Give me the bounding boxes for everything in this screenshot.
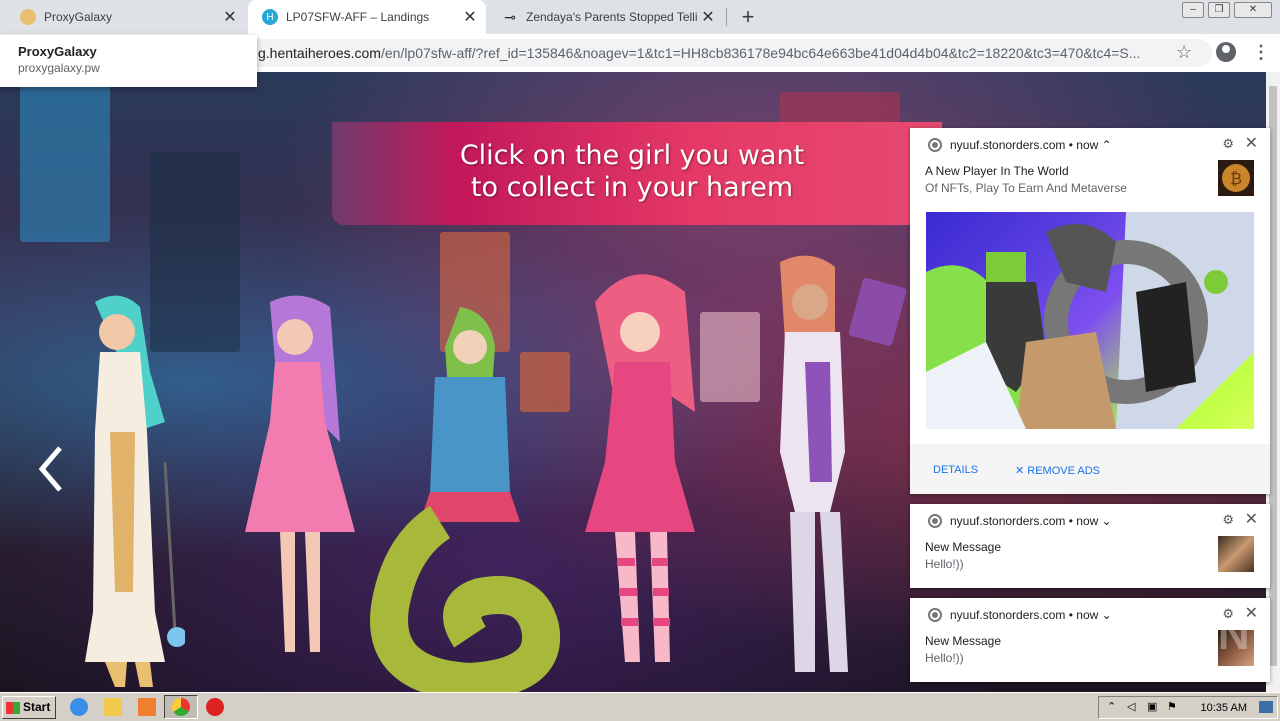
- notification-message[interactable]: nyuuf.stonorders.com • now ⌄ ⚙ ✕ New Mes…: [910, 504, 1270, 588]
- gear-icon[interactable]: ⚙: [1222, 512, 1234, 528]
- windows-flag-icon: [6, 701, 20, 714]
- notification-title: New Message: [925, 634, 1002, 648]
- internet-explorer-icon[interactable]: [70, 698, 88, 716]
- menu-dots-icon[interactable]: ⋮: [1252, 41, 1270, 63]
- background-sign: [700, 312, 760, 402]
- separator-dot: •: [1065, 514, 1077, 528]
- separator-dot: •: [1065, 138, 1077, 152]
- tab-title: Zendaya's Parents Stopped Telling H: [526, 10, 698, 24]
- proxygalaxy-icon: [20, 9, 36, 25]
- tab-separator: [726, 8, 727, 26]
- avatar: [1218, 536, 1254, 572]
- banner-line-1: Click on the girl you want: [459, 140, 805, 171]
- watermark: ANY RUN: [1038, 610, 1252, 659]
- notification-time: now: [1076, 138, 1099, 152]
- gear-icon[interactable]: ⚙: [1222, 136, 1234, 152]
- window-controls: – ❐ ✕: [1182, 2, 1272, 18]
- details-button[interactable]: DETAILS: [933, 464, 978, 476]
- clock: 10:35 AM: [1200, 702, 1247, 714]
- account-icon[interactable]: [1216, 42, 1236, 62]
- instruction-banner: Click on the girl you want to collect in…: [332, 122, 942, 225]
- maximize-button[interactable]: ❐: [1208, 2, 1230, 18]
- url-domain: g.hentaiheroes.com: [258, 45, 381, 61]
- hovercard-title: ProxyGalaxy: [18, 44, 97, 59]
- start-button[interactable]: Start: [2, 696, 56, 719]
- media-player-icon[interactable]: [138, 698, 156, 716]
- chevron-down-icon[interactable]: ⌄: [1098, 514, 1112, 528]
- key-icon: ⊸: [504, 8, 516, 25]
- chrome-icon: [928, 138, 942, 152]
- tab-title: ProxyGalaxy: [44, 10, 113, 24]
- url-path: /en/lp07sfw-aff/?ref_id=135846&noagev=1&…: [380, 45, 1141, 61]
- address-bar[interactable]: g.hentaiheroes.com/en/lp07sfw-aff/?ref_i…: [232, 39, 1212, 67]
- scrollbar-thumb[interactable]: [1269, 86, 1277, 666]
- show-desktop-icon[interactable]: [1259, 701, 1273, 713]
- folder-icon[interactable]: [104, 698, 122, 716]
- volume-icon[interactable]: ◁: [1127, 700, 1135, 713]
- opera-icon[interactable]: [206, 698, 224, 716]
- notification-time: now: [1076, 514, 1099, 528]
- close-icon[interactable]: ✕: [1245, 509, 1258, 529]
- close-window-button[interactable]: ✕: [1234, 2, 1272, 18]
- close-tab-icon[interactable]: ✕: [220, 7, 240, 27]
- network-icon[interactable]: ▣: [1147, 700, 1157, 713]
- notification-ad[interactable]: nyuuf.stonorders.com • now ⌃ ⚙ ✕ A New P…: [910, 128, 1270, 494]
- notification-body: Of NFTs, Play To Earn And Metaverse: [925, 181, 1127, 195]
- background-sign: [20, 82, 110, 242]
- tab-proxygalaxy[interactable]: ProxyGalaxy ✕: [6, 0, 246, 34]
- character-striped[interactable]: [575, 262, 705, 692]
- tab-strip: ProxyGalaxy ✕ H LP07SFW-AFF – Landings ✕…: [0, 0, 1280, 34]
- notification-body: Hello!)): [925, 557, 964, 571]
- notification-body: Hello!)): [925, 651, 964, 665]
- close-tab-icon[interactable]: ✕: [698, 7, 718, 27]
- tab-landings[interactable]: H LP07SFW-AFF – Landings ✕: [248, 0, 486, 34]
- chrome-taskbar-button[interactable]: [164, 695, 198, 719]
- hentaiheroes-icon: H: [262, 9, 278, 25]
- notification-source: nyuuf.stonorders.com: [950, 138, 1066, 152]
- tab-hovercard: ProxyGalaxy proxygalaxy.pw: [0, 35, 257, 87]
- banner-text: Click on the girl you want to collect in…: [452, 140, 812, 204]
- flag-icon[interactable]: ⚑: [1167, 700, 1177, 713]
- svg-text:₿: ₿: [1230, 169, 1242, 188]
- hovercard-url: proxygalaxy.pw: [18, 61, 100, 75]
- notification-title: New Message: [925, 540, 1002, 554]
- character-pink-dress[interactable]: [240, 292, 360, 692]
- remove-ads-button[interactable]: ✕ REMOVE ADS: [1015, 464, 1100, 477]
- chrome-icon: [928, 608, 942, 622]
- tab-zendaya[interactable]: ⊸ Zendaya's Parents Stopped Telling H ✕: [488, 0, 724, 34]
- chrome-icon: [172, 698, 190, 716]
- minimize-button[interactable]: –: [1182, 2, 1204, 18]
- ad-image[interactable]: [926, 212, 1254, 429]
- banner-line-2: to collect in your harem: [470, 172, 794, 203]
- taskbar: Start ⌃ ◁ ▣ ⚑ 10:35 AM: [0, 692, 1280, 721]
- start-label: Start: [23, 700, 51, 714]
- character-lamia[interactable]: [360, 307, 560, 692]
- system-tray: ⌃ ◁ ▣ ⚑ 10:35 AM: [1098, 696, 1278, 719]
- tray-expand-icon[interactable]: ⌃: [1107, 700, 1116, 713]
- notification-title: A New Player In The World: [925, 164, 1069, 178]
- close-icon[interactable]: ✕: [1245, 133, 1258, 153]
- notification-header: nyuuf.stonorders.com • now ⌃: [928, 138, 1112, 152]
- chrome-icon: [928, 514, 942, 528]
- tab-title: LP07SFW-AFF – Landings: [286, 10, 430, 24]
- new-tab-button[interactable]: +: [736, 4, 760, 30]
- character-android[interactable]: [760, 252, 910, 692]
- bookmark-star-icon[interactable]: ☆: [1176, 42, 1192, 63]
- close-tab-icon[interactable]: ✕: [460, 7, 480, 27]
- bitcoin-thumbnail: ₿: [1218, 160, 1254, 196]
- notification-source: nyuuf.stonorders.com: [950, 514, 1066, 528]
- character-cleric[interactable]: [55, 292, 185, 692]
- chevron-up-icon[interactable]: ⌃: [1098, 138, 1112, 152]
- notification-header: nyuuf.stonorders.com • now ⌄: [928, 514, 1112, 528]
- notification-actions: DETAILS ✕ REMOVE ADS: [910, 444, 1270, 494]
